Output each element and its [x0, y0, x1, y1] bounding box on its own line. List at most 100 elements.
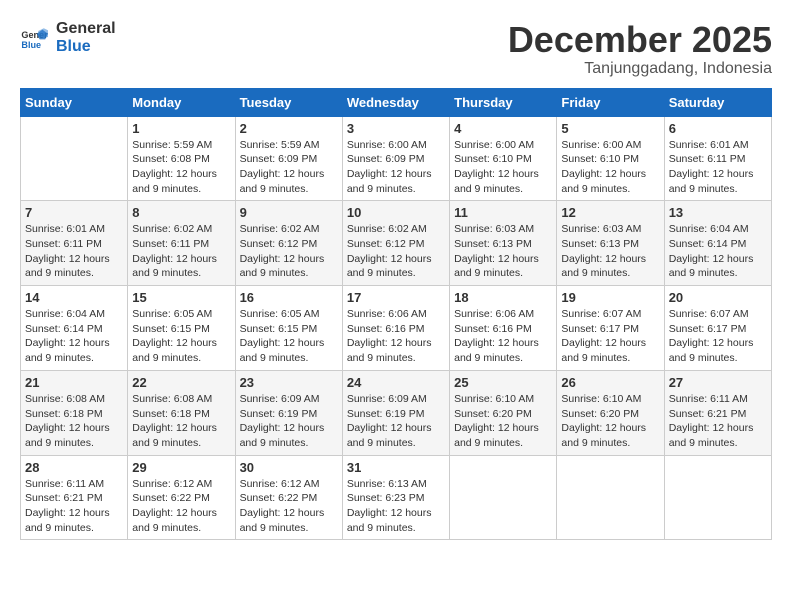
day-info: Sunrise: 6:05 AMSunset: 6:15 PMDaylight:… [240, 307, 338, 366]
day-info: Sunrise: 6:13 AMSunset: 6:23 PMDaylight:… [347, 477, 445, 536]
calendar-cell [664, 455, 771, 540]
day-number: 5 [561, 121, 659, 136]
day-number: 1 [132, 121, 230, 136]
day-info: Sunrise: 6:09 AMSunset: 6:19 PMDaylight:… [347, 392, 445, 451]
calendar-cell: 11 Sunrise: 6:03 AMSunset: 6:13 PMDaylig… [450, 201, 557, 286]
logo: General Blue General Blue [20, 20, 116, 55]
calendar-cell: 8 Sunrise: 6:02 AMSunset: 6:11 PMDayligh… [128, 201, 235, 286]
calendar-cell: 1 Sunrise: 5:59 AMSunset: 6:08 PMDayligh… [128, 116, 235, 201]
day-number: 7 [25, 205, 123, 220]
day-number: 9 [240, 205, 338, 220]
calendar-cell: 10 Sunrise: 6:02 AMSunset: 6:12 PMDaylig… [342, 201, 449, 286]
day-info: Sunrise: 6:01 AMSunset: 6:11 PMDaylight:… [25, 222, 123, 281]
day-info: Sunrise: 6:10 AMSunset: 6:20 PMDaylight:… [454, 392, 552, 451]
calendar-cell: 22 Sunrise: 6:08 AMSunset: 6:18 PMDaylig… [128, 370, 235, 455]
day-number: 6 [669, 121, 767, 136]
calendar-cell: 29 Sunrise: 6:12 AMSunset: 6:22 PMDaylig… [128, 455, 235, 540]
calendar-cell: 30 Sunrise: 6:12 AMSunset: 6:22 PMDaylig… [235, 455, 342, 540]
calendar-cell: 7 Sunrise: 6:01 AMSunset: 6:11 PMDayligh… [21, 201, 128, 286]
month-year: December 2025 [508, 20, 772, 60]
day-number: 2 [240, 121, 338, 136]
day-number: 13 [669, 205, 767, 220]
calendar-cell: 26 Sunrise: 6:10 AMSunset: 6:20 PMDaylig… [557, 370, 664, 455]
calendar-cell [450, 455, 557, 540]
weekday-header-sunday: Sunday [21, 88, 128, 116]
weekday-header-friday: Friday [557, 88, 664, 116]
calendar-cell: 17 Sunrise: 6:06 AMSunset: 6:16 PMDaylig… [342, 286, 449, 371]
day-number: 16 [240, 290, 338, 305]
day-number: 12 [561, 205, 659, 220]
day-info: Sunrise: 6:02 AMSunset: 6:12 PMDaylight:… [347, 222, 445, 281]
day-number: 26 [561, 375, 659, 390]
day-number: 19 [561, 290, 659, 305]
day-number: 25 [454, 375, 552, 390]
calendar-cell: 4 Sunrise: 6:00 AMSunset: 6:10 PMDayligh… [450, 116, 557, 201]
day-number: 8 [132, 205, 230, 220]
day-info: Sunrise: 6:01 AMSunset: 6:11 PMDaylight:… [669, 138, 767, 197]
calendar-cell: 5 Sunrise: 6:00 AMSunset: 6:10 PMDayligh… [557, 116, 664, 201]
weekday-header-saturday: Saturday [664, 88, 771, 116]
calendar-table: SundayMondayTuesdayWednesdayThursdayFrid… [20, 88, 772, 541]
day-info: Sunrise: 6:08 AMSunset: 6:18 PMDaylight:… [132, 392, 230, 451]
day-info: Sunrise: 6:00 AMSunset: 6:10 PMDaylight:… [561, 138, 659, 197]
day-number: 30 [240, 460, 338, 475]
logo-icon: General Blue [20, 24, 48, 52]
day-info: Sunrise: 6:12 AMSunset: 6:22 PMDaylight:… [240, 477, 338, 536]
calendar-cell: 31 Sunrise: 6:13 AMSunset: 6:23 PMDaylig… [342, 455, 449, 540]
page-header: General Blue General Blue December 2025 … [20, 20, 772, 78]
calendar-cell: 14 Sunrise: 6:04 AMSunset: 6:14 PMDaylig… [21, 286, 128, 371]
day-number: 17 [347, 290, 445, 305]
calendar-cell [557, 455, 664, 540]
weekday-header-thursday: Thursday [450, 88, 557, 116]
day-number: 29 [132, 460, 230, 475]
day-info: Sunrise: 6:06 AMSunset: 6:16 PMDaylight:… [347, 307, 445, 366]
day-number: 10 [347, 205, 445, 220]
day-number: 24 [347, 375, 445, 390]
svg-text:Blue: Blue [21, 39, 41, 49]
calendar-cell: 20 Sunrise: 6:07 AMSunset: 6:17 PMDaylig… [664, 286, 771, 371]
day-info: Sunrise: 6:06 AMSunset: 6:16 PMDaylight:… [454, 307, 552, 366]
calendar-cell [21, 116, 128, 201]
day-info: Sunrise: 6:09 AMSunset: 6:19 PMDaylight:… [240, 392, 338, 451]
day-number: 21 [25, 375, 123, 390]
weekday-header-monday: Monday [128, 88, 235, 116]
calendar-cell: 13 Sunrise: 6:04 AMSunset: 6:14 PMDaylig… [664, 201, 771, 286]
day-info: Sunrise: 6:00 AMSunset: 6:09 PMDaylight:… [347, 138, 445, 197]
calendar-cell: 12 Sunrise: 6:03 AMSunset: 6:13 PMDaylig… [557, 201, 664, 286]
calendar-cell: 25 Sunrise: 6:10 AMSunset: 6:20 PMDaylig… [450, 370, 557, 455]
day-number: 20 [669, 290, 767, 305]
day-info: Sunrise: 5:59 AMSunset: 6:09 PMDaylight:… [240, 138, 338, 197]
calendar-cell: 16 Sunrise: 6:05 AMSunset: 6:15 PMDaylig… [235, 286, 342, 371]
logo-blue: Blue [56, 38, 116, 56]
day-info: Sunrise: 6:12 AMSunset: 6:22 PMDaylight:… [132, 477, 230, 536]
calendar-cell: 21 Sunrise: 6:08 AMSunset: 6:18 PMDaylig… [21, 370, 128, 455]
day-number: 14 [25, 290, 123, 305]
calendar-cell: 27 Sunrise: 6:11 AMSunset: 6:21 PMDaylig… [664, 370, 771, 455]
day-info: Sunrise: 6:11 AMSunset: 6:21 PMDaylight:… [25, 477, 123, 536]
day-number: 31 [347, 460, 445, 475]
day-info: Sunrise: 6:08 AMSunset: 6:18 PMDaylight:… [25, 392, 123, 451]
calendar-cell: 3 Sunrise: 6:00 AMSunset: 6:09 PMDayligh… [342, 116, 449, 201]
day-number: 18 [454, 290, 552, 305]
day-number: 27 [669, 375, 767, 390]
day-number: 11 [454, 205, 552, 220]
location: Tanjunggadang, Indonesia [508, 60, 772, 78]
calendar-cell: 6 Sunrise: 6:01 AMSunset: 6:11 PMDayligh… [664, 116, 771, 201]
logo-general: General [56, 20, 116, 38]
day-number: 23 [240, 375, 338, 390]
calendar-cell: 19 Sunrise: 6:07 AMSunset: 6:17 PMDaylig… [557, 286, 664, 371]
day-info: Sunrise: 6:07 AMSunset: 6:17 PMDaylight:… [561, 307, 659, 366]
day-info: Sunrise: 6:04 AMSunset: 6:14 PMDaylight:… [25, 307, 123, 366]
day-info: Sunrise: 6:10 AMSunset: 6:20 PMDaylight:… [561, 392, 659, 451]
day-info: Sunrise: 6:00 AMSunset: 6:10 PMDaylight:… [454, 138, 552, 197]
calendar-cell: 23 Sunrise: 6:09 AMSunset: 6:19 PMDaylig… [235, 370, 342, 455]
day-info: Sunrise: 6:03 AMSunset: 6:13 PMDaylight:… [454, 222, 552, 281]
weekday-header-tuesday: Tuesday [235, 88, 342, 116]
day-info: Sunrise: 6:07 AMSunset: 6:17 PMDaylight:… [669, 307, 767, 366]
day-number: 4 [454, 121, 552, 136]
calendar-cell: 15 Sunrise: 6:05 AMSunset: 6:15 PMDaylig… [128, 286, 235, 371]
day-number: 22 [132, 375, 230, 390]
weekday-header-wednesday: Wednesday [342, 88, 449, 116]
day-info: Sunrise: 6:05 AMSunset: 6:15 PMDaylight:… [132, 307, 230, 366]
day-info: Sunrise: 6:04 AMSunset: 6:14 PMDaylight:… [669, 222, 767, 281]
